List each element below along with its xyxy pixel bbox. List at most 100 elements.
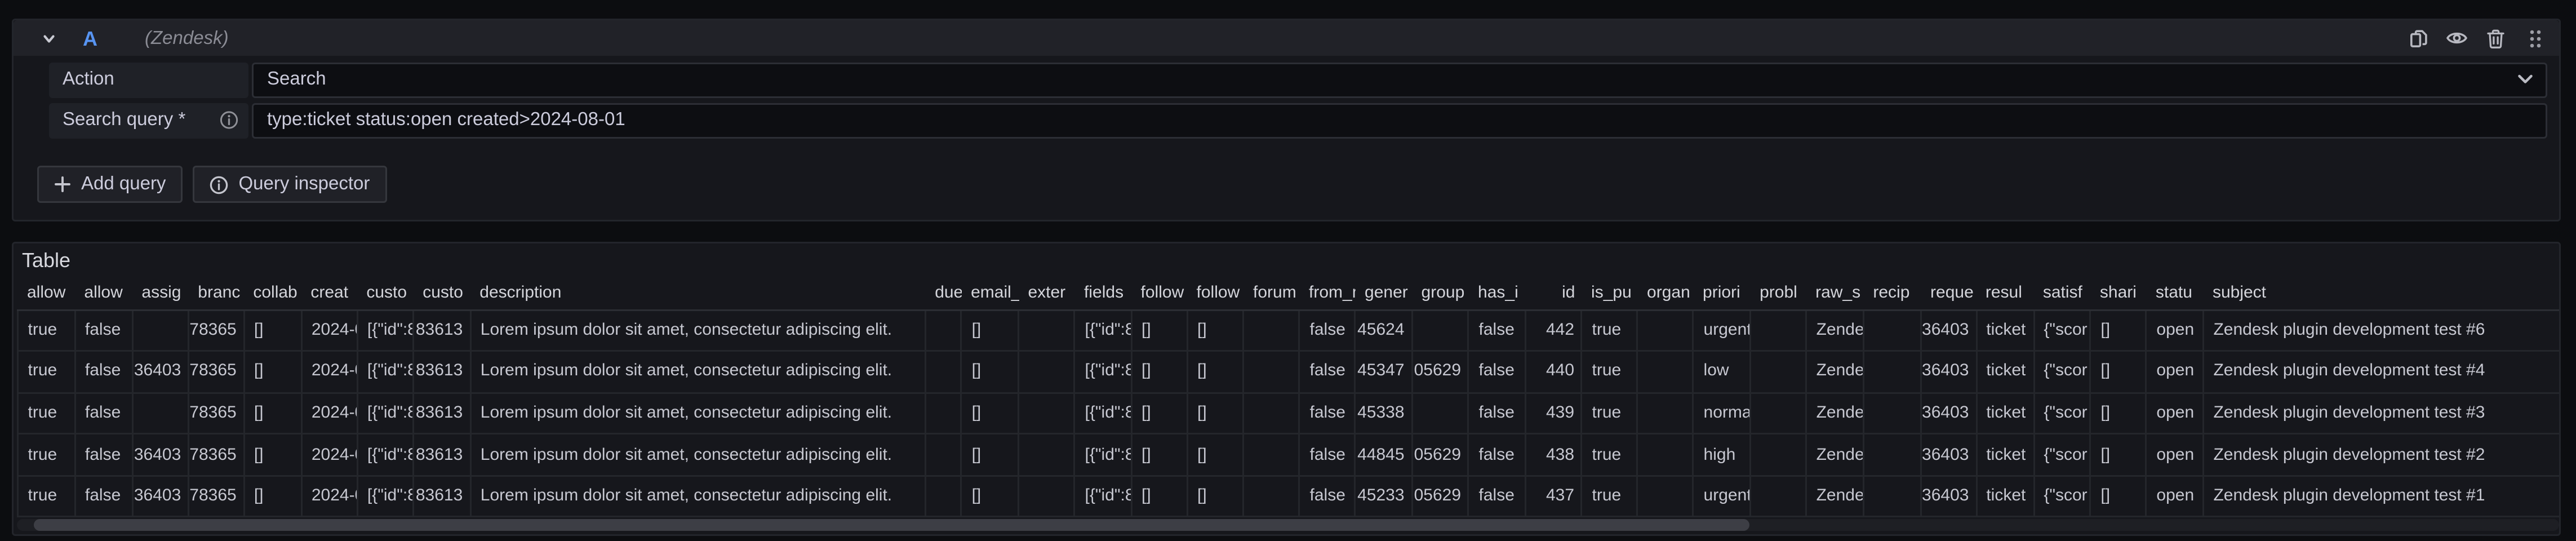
table-cell: 36403 (1921, 309, 1977, 351)
action-label: Action (49, 62, 248, 97)
info-circle-icon (210, 175, 228, 194)
table-cell: normal (1694, 393, 1751, 434)
table-cell (1751, 351, 1806, 393)
query-toolbar (2407, 27, 2546, 49)
column-header-gener[interactable]: gener (1356, 279, 1413, 309)
column-header-fields[interactable]: fields (1075, 279, 1132, 309)
table-cell: 83613 (414, 309, 470, 351)
table-cell: [] (962, 393, 1019, 434)
column-header-raw_s[interactable]: raw_s (1806, 279, 1864, 309)
table-cell (1019, 476, 1075, 517)
column-header-is_pu[interactable]: is_pu (1582, 279, 1638, 309)
column-header-follow[interactable]: follow (1131, 279, 1187, 309)
table-cell (1244, 309, 1300, 351)
table-cell: [{"id":8 (357, 434, 414, 476)
column-header-allow[interactable]: allow (75, 279, 132, 309)
table-cell: false (75, 393, 132, 434)
table-cell: ticket (1976, 351, 2033, 393)
search-query-label-text: Search query * (63, 110, 185, 130)
table-row: truefalse3640378365[]2024-0[{"id":883613… (18, 476, 2560, 517)
column-header-reque[interactable]: reque (1921, 279, 1977, 309)
column-header-custo[interactable]: custo (414, 279, 470, 309)
query-inspector-button[interactable]: Query inspector (193, 166, 387, 203)
table-cell: [] (244, 476, 301, 517)
table-cell (1244, 393, 1300, 434)
table-cell (1638, 309, 1694, 351)
table-cell: 36403 (1921, 393, 1977, 434)
column-header-shari[interactable]: shari (2090, 279, 2146, 309)
delete-query-icon[interactable] (2485, 27, 2507, 49)
table-cell: Lorem ipsum dolor sit amet, consectetur … (470, 434, 926, 476)
column-header-assig[interactable]: assig (132, 279, 189, 309)
table-cell: [] (1131, 434, 1187, 476)
column-header-follow[interactable]: follow (1187, 279, 1244, 309)
table-cell: 78365 (189, 309, 244, 351)
search-query-input[interactable]: type:ticket status:open created>2024-08-… (252, 103, 2547, 138)
column-header-description[interactable]: description (470, 279, 926, 309)
column-header-statu[interactable]: statu (2146, 279, 2203, 309)
column-header-organ[interactable]: organ (1638, 279, 1694, 309)
table-row: truefalse3640378365[]2024-0[{"id":883613… (18, 351, 2560, 393)
table-cell: open (2146, 351, 2203, 393)
column-header-priori[interactable]: priori (1694, 279, 1751, 309)
grafana-edit-view: A (Zendesk) (0, 0, 2576, 541)
action-select[interactable]: Search (252, 62, 2547, 97)
horizontal-scrollbar-thumb[interactable] (34, 519, 1749, 531)
table-cell: Zendesk plugin development test #4 (2203, 351, 2559, 393)
table-cell (1412, 393, 1469, 434)
query-header[interactable]: A (Zendesk) (14, 20, 2559, 56)
table-cell: [] (962, 434, 1019, 476)
drag-handle-icon[interactable] (2524, 27, 2546, 49)
column-header-allow[interactable]: allow (18, 279, 75, 309)
table-cell (926, 351, 962, 393)
column-header-exter[interactable]: exter (1019, 279, 1075, 309)
table-cell (1412, 309, 1469, 351)
column-header-resul[interactable]: resul (1976, 279, 2033, 309)
column-header-recip[interactable]: recip (1864, 279, 1921, 309)
table-cell: [] (2090, 351, 2146, 393)
table-cell: {"scor (2033, 351, 2090, 393)
table-cell: true (1582, 434, 1638, 476)
table-cell: false (1300, 434, 1356, 476)
table-cell: 05629 (1412, 476, 1469, 517)
table-cell: [] (244, 393, 301, 434)
column-header-collab[interactable]: collab (244, 279, 301, 309)
column-header-has_i[interactable]: has_i (1469, 279, 1526, 309)
table-cell: [] (1131, 393, 1187, 434)
hide-response-icon[interactable] (2446, 27, 2468, 49)
table-cell: [{"id":8 (1075, 309, 1132, 351)
table-cell: 36403 (132, 434, 189, 476)
column-header-satisf[interactable]: satisf (2033, 279, 2090, 309)
column-header-custo[interactable]: custo (357, 279, 414, 309)
table-cell: {"scor (2033, 476, 2090, 517)
table-cell: 45233 (1356, 476, 1413, 517)
column-header-id[interactable]: id (1525, 279, 1582, 309)
table-cell: 2024-0 (301, 476, 357, 517)
duplicate-query-icon[interactable] (2407, 27, 2429, 49)
column-header-group[interactable]: group (1412, 279, 1469, 309)
table-cell (1751, 393, 1806, 434)
table-cell: 45347 (1356, 351, 1413, 393)
column-header-probl[interactable]: probl (1751, 279, 1806, 309)
column-header-branc[interactable]: branc (189, 279, 244, 309)
table-cell (1244, 434, 1300, 476)
table-cell: {"scor (2033, 434, 2090, 476)
horizontal-scrollbar-track[interactable] (17, 519, 2559, 531)
table-cell: [] (1187, 309, 1244, 351)
column-header-creat[interactable]: creat (301, 279, 357, 309)
column-header-subject[interactable]: subject (2203, 279, 2559, 309)
column-header-due_a[interactable]: due_a (926, 279, 962, 309)
column-header-email_c[interactable]: email_c (962, 279, 1019, 309)
table-cell: open (2146, 476, 2203, 517)
table-cell: [{"id":8 (357, 351, 414, 393)
table-cell: true (18, 434, 75, 476)
table-cell: [{"id":8 (357, 309, 414, 351)
column-header-from_m[interactable]: from_m (1300, 279, 1356, 309)
add-query-button[interactable]: Add query (37, 166, 183, 203)
table-cell: 36403 (1921, 351, 1977, 393)
table-cell: 83613 (414, 393, 470, 434)
table-cell: [] (962, 476, 1019, 517)
collapse-query-icon[interactable] (37, 27, 59, 49)
table-cell: Zende (1806, 476, 1864, 517)
column-header-forum[interactable]: forum (1244, 279, 1300, 309)
